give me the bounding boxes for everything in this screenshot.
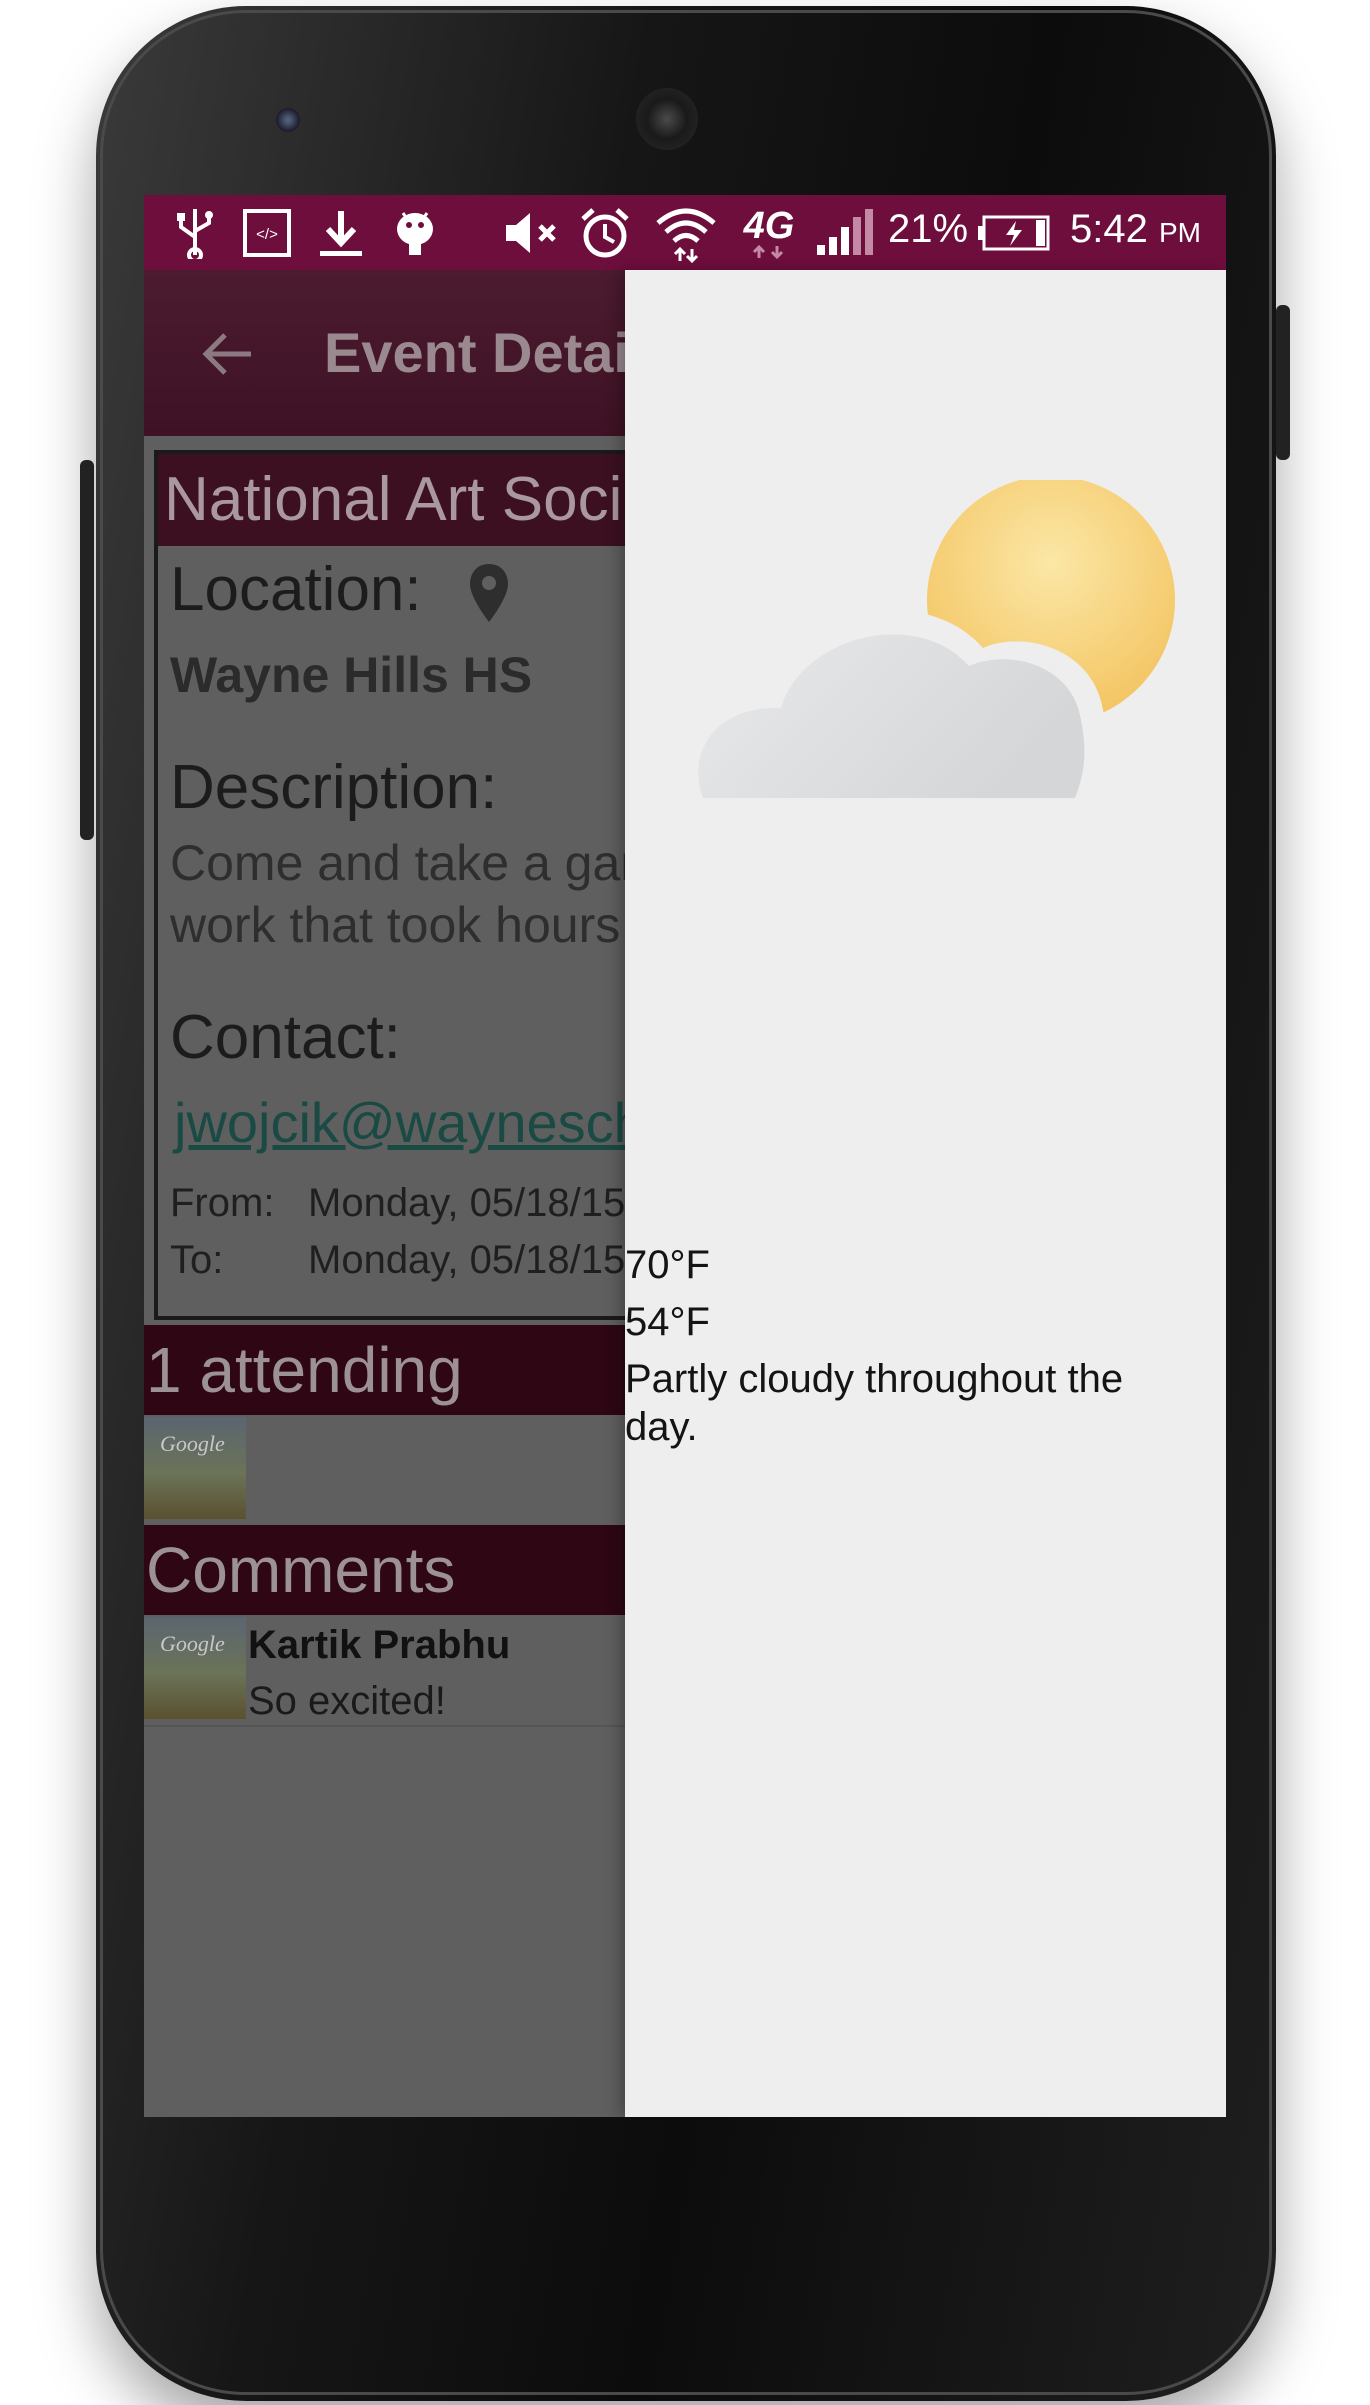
developer-icon: </> [240, 205, 294, 261]
location-label: Location: [170, 555, 422, 624]
contact-label: Contact: [170, 1003, 401, 1072]
mute-icon [502, 205, 562, 261]
comment-author: Kartik Prabhu [248, 1623, 511, 1667]
weather-summary-line-2: day. [625, 1405, 698, 1449]
to-label: To: [170, 1238, 224, 1282]
weather-low-temp: 54°F [625, 1300, 710, 1344]
android-icon [390, 205, 440, 261]
weather-drawer[interactable]: 70°F 54°F Partly cloudy throughout the d… [625, 270, 1226, 2117]
arrow-left-icon [202, 333, 251, 375]
signal-icon [814, 205, 876, 261]
comment-text: So excited! [248, 1679, 446, 1723]
svg-text:</>: </> [256, 226, 278, 243]
status-bar: </> 4G 21% 5:42 PM [144, 195, 1226, 270]
network-4g-icon: 4G [734, 205, 804, 261]
map-pin-icon [468, 562, 510, 629]
alarm-icon [576, 205, 634, 261]
weather-summary-line-1: Partly cloudy throughout the [625, 1357, 1124, 1401]
phone-side-button-right [1276, 305, 1290, 460]
to-value: Monday, 05/18/15 [308, 1238, 626, 1282]
download-icon [314, 205, 368, 261]
back-button[interactable] [199, 325, 257, 383]
battery-percent: 21% [888, 207, 969, 251]
location-value: Wayne Hills HS [170, 647, 533, 703]
from-value: Monday, 05/18/15 [308, 1181, 626, 1225]
battery-charging-icon [976, 205, 1052, 261]
weather-high-temp: 70°F [625, 1243, 710, 1287]
usb-icon [170, 205, 220, 261]
front-camera [636, 88, 698, 150]
attendee-avatar[interactable]: Google [144, 1417, 246, 1519]
device-screen: </> 4G 21% 5:42 PM Event Details Nationa… [144, 195, 1226, 2117]
wifi-icon [654, 205, 718, 263]
from-label: From: [170, 1181, 275, 1225]
clock-time: 5:42 PM [1070, 207, 1201, 251]
avatar: Google [144, 1617, 246, 1719]
phone-side-button-left [80, 460, 94, 840]
proximity-sensor [276, 108, 300, 132]
page-title: Event Details [324, 321, 676, 384]
description-label: Description: [170, 753, 498, 822]
partly-cloudy-icon [663, 476, 1193, 825]
